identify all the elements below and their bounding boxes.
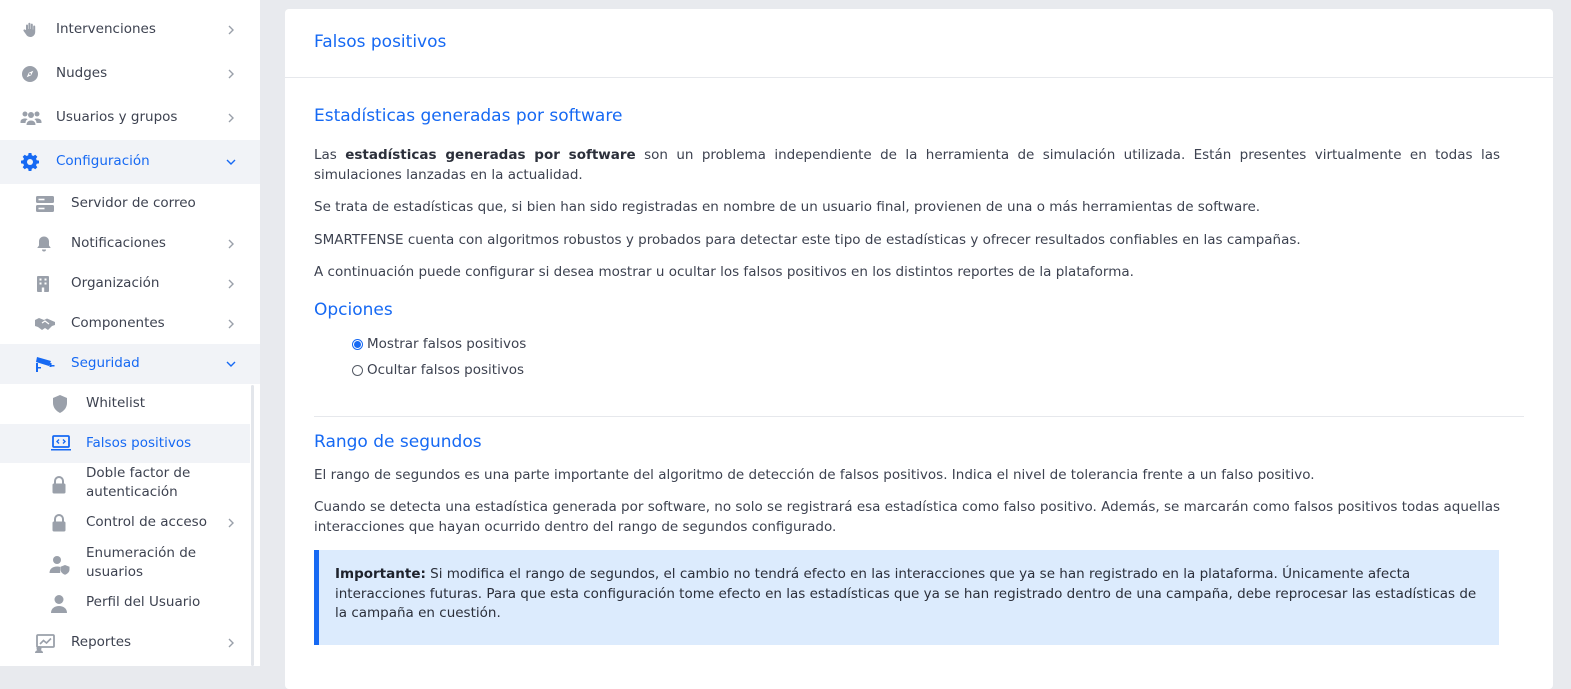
radio-button[interactable] — [352, 364, 363, 376]
chevron-right-icon — [226, 69, 236, 79]
sidebar-item-label: Control de acceso — [86, 514, 207, 530]
sidebar-item-label: Whitelist — [86, 395, 146, 411]
sidebar-item-label: Componentes — [71, 315, 165, 331]
sidebar-item-control-acceso[interactable]: Control de acceso — [0, 504, 250, 542]
sidebar-item-label: Intervenciones — [56, 21, 156, 37]
sidebar-item-label: Nudges — [56, 65, 108, 81]
sidebar-item-label: Seguridad — [71, 355, 140, 371]
hand-icon — [19, 19, 41, 41]
sidebar-item-enumeracion[interactable]: Enumeración de usuarios — [0, 543, 250, 585]
bell-icon — [33, 233, 55, 255]
lock-icon — [48, 474, 70, 496]
server-icon — [34, 193, 56, 215]
paragraph-text: Las — [314, 147, 346, 163]
sidebar-item-seguridad[interactable]: Seguridad — [0, 344, 260, 384]
radio-label: Ocultar falsos positivos — [367, 362, 525, 378]
sidebar-item-configuracion[interactable]: Configuración — [0, 140, 260, 184]
shield-icon — [49, 393, 71, 415]
chevron-right-icon — [226, 239, 236, 249]
section-title-software-stats: Estadísticas generadas por software — [314, 106, 623, 126]
callout-text: Si modifica el rango de segundos, el cam… — [335, 566, 1477, 621]
sidebar-item-nudges[interactable]: Nudges — [0, 54, 260, 94]
sidebar-item-intervenciones[interactable]: Intervenciones — [0, 10, 260, 50]
section-title-options: Opciones — [314, 300, 393, 320]
paragraph-seconds-range-2: Cuando se detecta una estadística genera… — [314, 499, 1500, 535]
lock-icon — [48, 512, 70, 534]
important-callout: Importante: Si modifica el rango de segu… — [314, 550, 1499, 645]
paragraph-software-stats-2: Se trata de estadísticas que, si bien ha… — [314, 199, 1261, 215]
users-icon — [20, 107, 42, 129]
paragraph-software-stats-3: SMARTFENSE cuenta con algoritmos robusto… — [314, 232, 1301, 248]
sidebar-item-componentes[interactable]: Componentes — [0, 304, 260, 344]
radio-show-false-positives[interactable]: Mostrar falsos positivos — [352, 336, 526, 352]
sidebar-item-reportes[interactable]: Reportes — [0, 623, 250, 663]
sidebar-item-servidor-correo[interactable]: Servidor de correo — [0, 184, 260, 224]
sidebar-item-organizacion[interactable]: Organización — [0, 264, 260, 304]
radio-hide-false-positives[interactable]: Ocultar falsos positivos — [352, 362, 524, 378]
sidebar-item-label: Perfil del Usuario — [86, 594, 201, 610]
sidebar-item-notificaciones[interactable]: Notificaciones — [0, 224, 260, 264]
report-chart-icon — [34, 632, 56, 654]
paragraph-software-stats-4: A continuación puede configurar si desea… — [314, 264, 1134, 280]
section-divider — [314, 416, 1524, 417]
sidebar: Intervenciones Nudges Usuarios y grupos … — [0, 0, 260, 666]
chevron-down-icon — [226, 157, 236, 167]
card-header: Falsos positivos — [285, 9, 1553, 78]
sidebar-item-label: Organización — [71, 275, 160, 291]
radio-button-checked[interactable] — [352, 338, 363, 350]
sidebar-scrollbar[interactable] — [251, 385, 254, 666]
building-icon — [32, 273, 54, 295]
laptop-code-icon — [50, 432, 72, 454]
page-title: Falsos positivos — [314, 32, 447, 52]
sidebar-item-doble-factor[interactable]: Doble factor de autenticación — [0, 463, 250, 505]
sidebar-item-usuarios-grupos[interactable]: Usuarios y grupos — [0, 98, 260, 138]
chevron-right-icon — [226, 279, 236, 289]
sidebar-item-label: Falsos positivos — [86, 435, 192, 451]
sidebar-item-label: Reportes — [71, 634, 132, 650]
gear-icon — [19, 151, 41, 173]
handshake-icon — [34, 313, 56, 335]
content-card: Falsos positivos Estadísticas generadas … — [285, 9, 1553, 689]
paragraph-bold-text: estadísticas generadas por software — [345, 147, 636, 163]
sidebar-item-label: Enumeración de usuarios — [86, 545, 197, 580]
chevron-right-icon — [226, 113, 236, 123]
section-title-seconds-range: Rango de segundos — [314, 432, 482, 452]
paragraph-software-stats-intro: Las estadísticas generadas por software … — [314, 146, 1500, 185]
sidebar-item-label: Servidor de correo — [71, 195, 196, 211]
sidebar-item-label: Doble factor de autenticación — [86, 465, 191, 500]
sidebar-item-falsos-positivos[interactable]: Falsos positivos — [0, 424, 250, 463]
user-icon — [48, 593, 70, 615]
sidebar-item-label: Usuarios y grupos — [56, 109, 178, 125]
chevron-down-icon — [226, 359, 236, 369]
sidebar-item-label: Notificaciones — [71, 235, 166, 251]
chevron-right-icon — [226, 319, 236, 329]
security-camera-icon — [34, 353, 56, 375]
chevron-right-icon — [226, 638, 236, 648]
chevron-right-icon — [226, 25, 236, 35]
sidebar-item-label: Configuración — [56, 153, 150, 169]
chevron-right-icon — [226, 518, 236, 528]
paragraph-seconds-range-1: El rango de segundos es una parte import… — [314, 467, 1315, 483]
compass-icon — [19, 63, 41, 85]
callout-bold-label: Importante: — [335, 566, 426, 582]
radio-label: Mostrar falsos positivos — [367, 336, 527, 352]
user-shield-icon — [49, 554, 71, 576]
sidebar-item-whitelist[interactable]: Whitelist — [0, 384, 250, 424]
sidebar-item-perfil-usuario[interactable]: Perfil del Usuario — [0, 585, 250, 623]
